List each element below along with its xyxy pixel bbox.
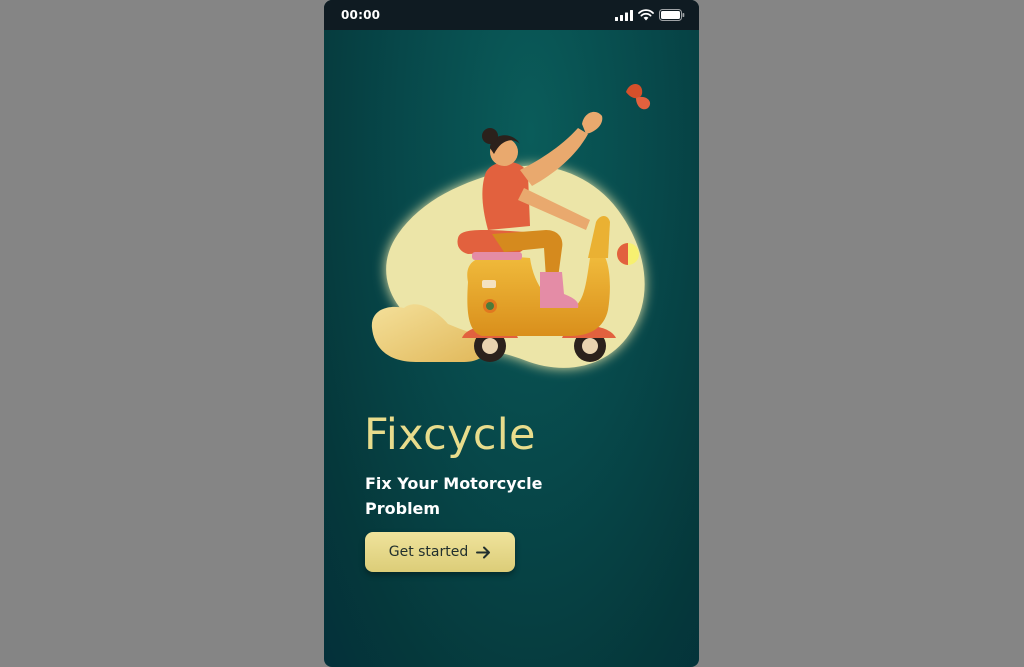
- get-started-label: Get started: [388, 544, 469, 560]
- tagline: Fix Your Motorcycle Problem: [365, 474, 543, 518]
- status-time: 00:00: [341, 8, 381, 22]
- cellular-signal-icon: [615, 9, 633, 21]
- status-icons: [615, 9, 685, 21]
- get-started-button[interactable]: Get started: [365, 532, 515, 572]
- phone-screen: 00:00 Fixcycle Fix Your Motorcycle Probl…: [324, 0, 699, 667]
- butterfly: [626, 83, 651, 110]
- status-bar: 00:00: [324, 0, 699, 30]
- wifi-icon: [638, 9, 654, 21]
- scooter-rider-illustration: [371, 83, 651, 368]
- app-title: Fixcycle: [364, 410, 536, 460]
- battery-icon: [659, 9, 685, 21]
- arrow-right-icon: [476, 546, 491, 558]
